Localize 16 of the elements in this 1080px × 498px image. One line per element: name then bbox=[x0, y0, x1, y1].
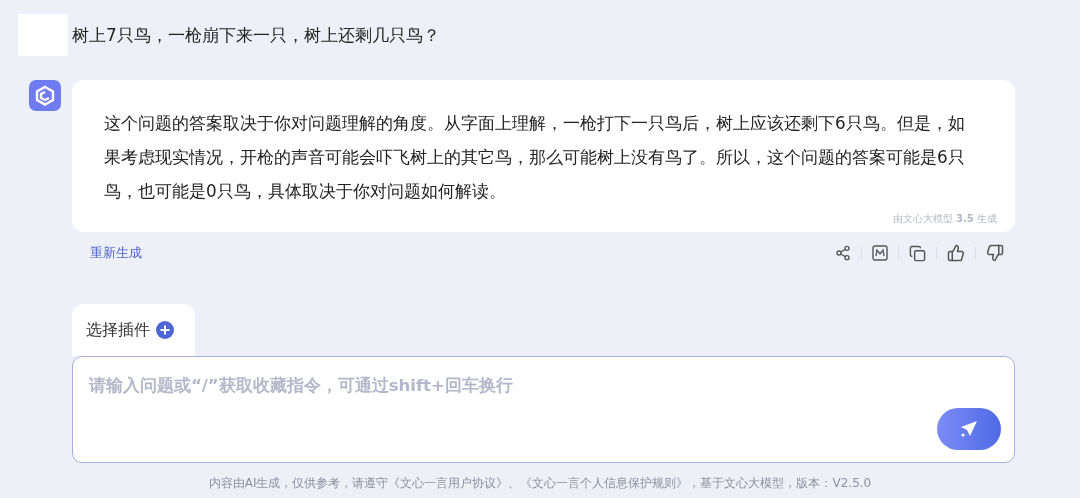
model-note: 由文心大模型 3.5 生成 bbox=[892, 212, 997, 226]
cube-logo-icon bbox=[29, 80, 61, 111]
question-input[interactable]: 请输入问题或“/”获取收藏指令，可通过shift+回车换行 bbox=[72, 356, 1015, 463]
disclaimer-text: 内容由AI生成，仅供参考，请遵守《文心一言用户协议》、《文心一言个人信息保护规则》，基于文心大模型，版本：V2.5.0 bbox=[208, 475, 872, 492]
regenerate-link[interactable]: 重新生成 bbox=[90, 244, 142, 262]
chart-box-icon[interactable] bbox=[872, 245, 888, 261]
thumbs-down-icon[interactable] bbox=[986, 244, 1004, 262]
copy-icon[interactable] bbox=[909, 244, 926, 262]
plugin-label: 选择插件 bbox=[86, 319, 150, 341]
user-question: 树上7只鸟，一枪崩下来一只，树上还剩几只鸟？ bbox=[72, 23, 440, 47]
send-icon bbox=[960, 420, 978, 438]
share-icon[interactable] bbox=[835, 245, 851, 261]
plus-icon[interactable] bbox=[156, 321, 174, 339]
answer-text: 这个问题的答案取决于你对问题理解的角度。从字面上理解，一枪打下一只鸟后，树上应该还剩下6只鸟。但是，如果考虑现实情况，开枪的声音可能会吓飞树上的其它鸟，那么可能树上没有鸟了。所以，这个问题的答案可能是6只鸟，也可能是0只鸟，具体取决于你对问题如何解读。 bbox=[104, 112, 966, 203]
plugin-tab[interactable]: 选择插件 bbox=[72, 304, 195, 356]
thumbs-up-icon[interactable] bbox=[947, 244, 965, 262]
